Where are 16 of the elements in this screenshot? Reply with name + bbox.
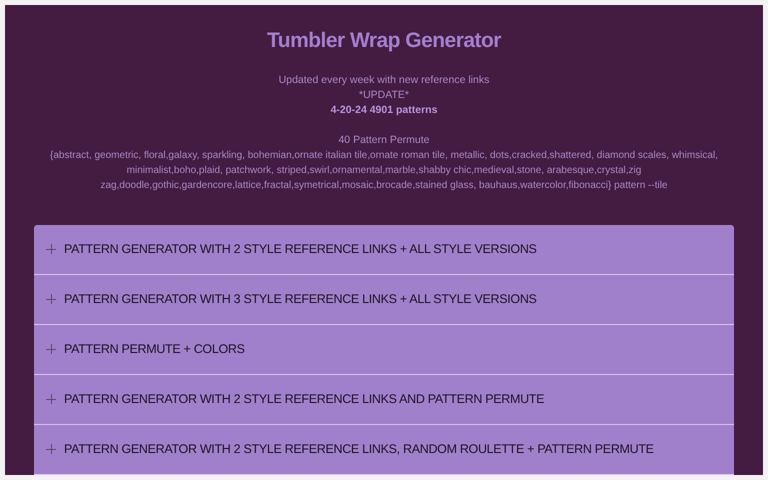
plus-icon — [46, 394, 56, 404]
update-note: 4-20-24 4901 patterns — [330, 102, 438, 118]
accordion-header[interactable]: PATTERN GENERATOR WITH 3 STYLE REFERENCE LINKS + ALL STYLE VERSIONS — [34, 274, 734, 324]
accordion-header[interactable]: PATTERN GENERATOR WITH 2 STYLE REFERENCE LINKS + ALL STYLE VERSIONS — [34, 224, 734, 274]
permute-heading: 40 Pattern Permute — [338, 132, 430, 148]
plus-icon — [46, 294, 56, 304]
accordion-header[interactable]: PATTERN PERMUTE + COLORS — [34, 324, 734, 374]
accordion-header[interactable]: PATTERN GENERATOR WITH 2 STYLE REFERENCE LINKS, RANDOM ROULETTE + PATTERN PERMUTE — [34, 424, 734, 474]
plus-icon — [46, 244, 56, 254]
intro-text: *UPDATE* — [359, 88, 409, 102]
page-title: Tumbler Wrap Generator — [267, 28, 501, 54]
permute-list: {abstract, geometric, floral,galaxy, sparkling, bohemian,ornate italian tile,ornate roman tile, metallic, dots,cracked,shattered, diamond scales, whimsical, minimalist,boho,plaid, patchwork, striped,swirl,ornamental,marble,shabby chic,medieval,stone, arabesque,crystal,zig zag,doodle,gothic,gardencore,lattice,fractal,symetrical,mosaic,brocade,stained glass, bauhaus,watercolor,fibonacci} pattern --tile — [24, 148, 744, 192]
plus-icon — [46, 344, 56, 354]
accordion-header[interactable]: PATTERN GENERATOR WITH 2 STYLE REFERENCE LINKS AND PATTERN PERMUTE — [34, 374, 734, 424]
plus-icon — [46, 444, 56, 454]
intro-text: Updated every week with new reference links — [278, 72, 490, 88]
